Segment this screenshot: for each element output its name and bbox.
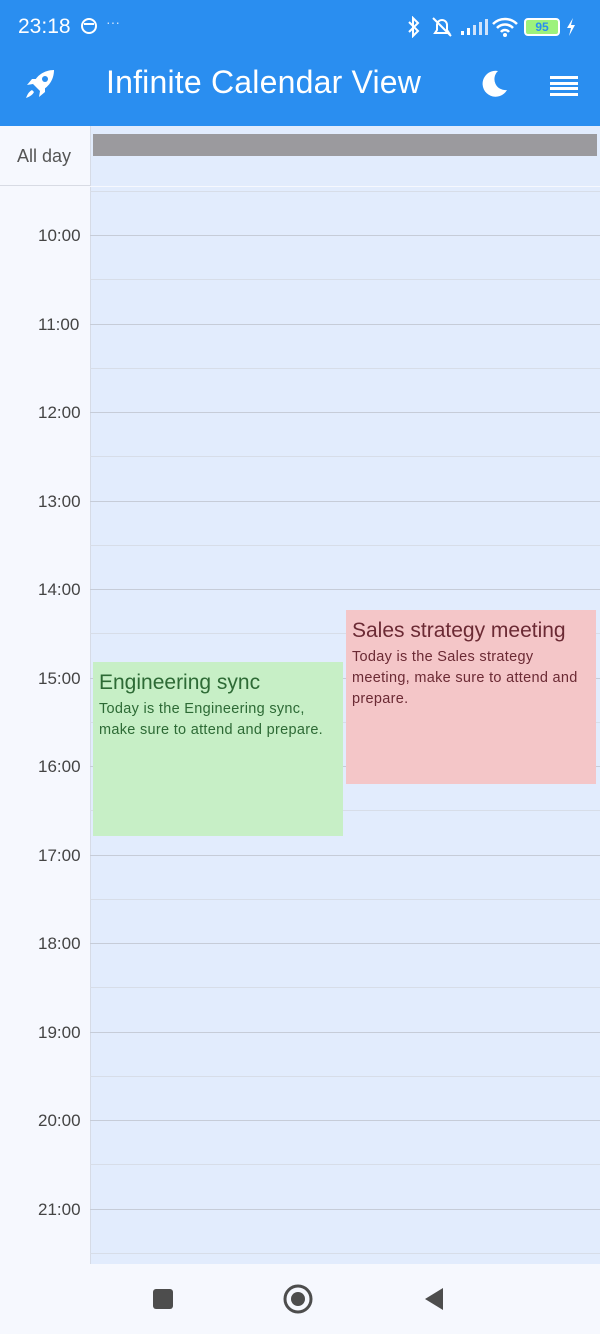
all-day-label: All day xyxy=(17,146,72,166)
app-bar: 23:18 ··· 95 Infinite Calendar View xyxy=(0,0,600,126)
charging-icon xyxy=(566,18,576,41)
event-title: Sales strategy meeting xyxy=(352,619,566,642)
rocket-icon[interactable] xyxy=(22,66,58,107)
hour-label: 12:00 xyxy=(38,403,81,422)
battery-icon: 95 xyxy=(524,18,560,36)
hour-line xyxy=(90,943,600,944)
hour-line xyxy=(90,589,600,590)
moon-icon[interactable] xyxy=(478,68,510,105)
hour-label: 17:00 xyxy=(38,846,81,865)
app-title: Infinite Calendar View xyxy=(106,64,422,100)
all-day-event[interactable] xyxy=(93,134,597,156)
hour-label: 20:00 xyxy=(38,1111,81,1130)
menu-icon[interactable] xyxy=(550,74,578,101)
half-hour-line xyxy=(90,987,600,988)
half-hour-line xyxy=(90,368,600,369)
hour-line xyxy=(90,855,600,856)
half-hour-line xyxy=(90,545,600,546)
day-timeline[interactable]: 10:00 11:00 12:00 13:00 14:00 15:00 16:0… xyxy=(0,187,600,1264)
mute-icon xyxy=(430,15,454,44)
hour-line xyxy=(90,1209,600,1210)
hour-line xyxy=(90,1120,600,1121)
half-hour-line xyxy=(90,456,600,457)
hour-line xyxy=(90,324,600,325)
hour-label: 21:00 xyxy=(38,1200,81,1219)
half-hour-line xyxy=(90,1076,600,1077)
home-circle-icon[interactable] xyxy=(283,1284,313,1319)
hour-line xyxy=(90,412,600,413)
hour-label: 15:00 xyxy=(38,669,81,688)
notification-dot-icon xyxy=(80,17,98,40)
hour-label: 13:00 xyxy=(38,492,81,511)
event-engineering-sync[interactable]: Engineering sync Today is the Engineerin… xyxy=(93,662,343,836)
recents-square-icon[interactable] xyxy=(152,1288,174,1315)
hour-label: 16:00 xyxy=(38,757,81,776)
more-notifications-icon: ··· xyxy=(106,14,120,30)
hour-label: 18:00 xyxy=(38,934,81,953)
half-hour-line xyxy=(90,191,600,192)
event-sales-strategy-meeting[interactable]: Sales strategy meeting Today is the Sale… xyxy=(346,610,596,784)
hour-line xyxy=(90,235,600,236)
event-title: Engineering sync xyxy=(99,671,261,694)
event-description: Today is the Sales strategy meeting, mak… xyxy=(352,649,578,707)
signal-icon xyxy=(460,18,488,41)
status-bar: 23:18 ··· 95 xyxy=(0,0,600,56)
status-time: 23:18 xyxy=(18,15,71,38)
hour-label: 19:00 xyxy=(38,1023,81,1042)
hour-line xyxy=(90,501,600,502)
half-hour-line xyxy=(90,1164,600,1165)
hour-label: 11:00 xyxy=(38,315,80,334)
all-day-row: All day xyxy=(0,126,600,186)
hour-label: 14:00 xyxy=(38,580,81,599)
all-day-area[interactable] xyxy=(90,126,600,186)
system-nav-bar xyxy=(0,1264,600,1334)
half-hour-line xyxy=(90,1253,600,1254)
half-hour-line xyxy=(90,279,600,280)
event-description: Today is the Engineering sync, make sure… xyxy=(99,701,324,738)
bluetooth-icon xyxy=(406,15,422,43)
hour-line xyxy=(90,1032,600,1033)
hour-label: 10:00 xyxy=(38,226,81,245)
back-triangle-icon[interactable] xyxy=(423,1287,445,1316)
wifi-icon xyxy=(492,16,518,43)
half-hour-line xyxy=(90,899,600,900)
